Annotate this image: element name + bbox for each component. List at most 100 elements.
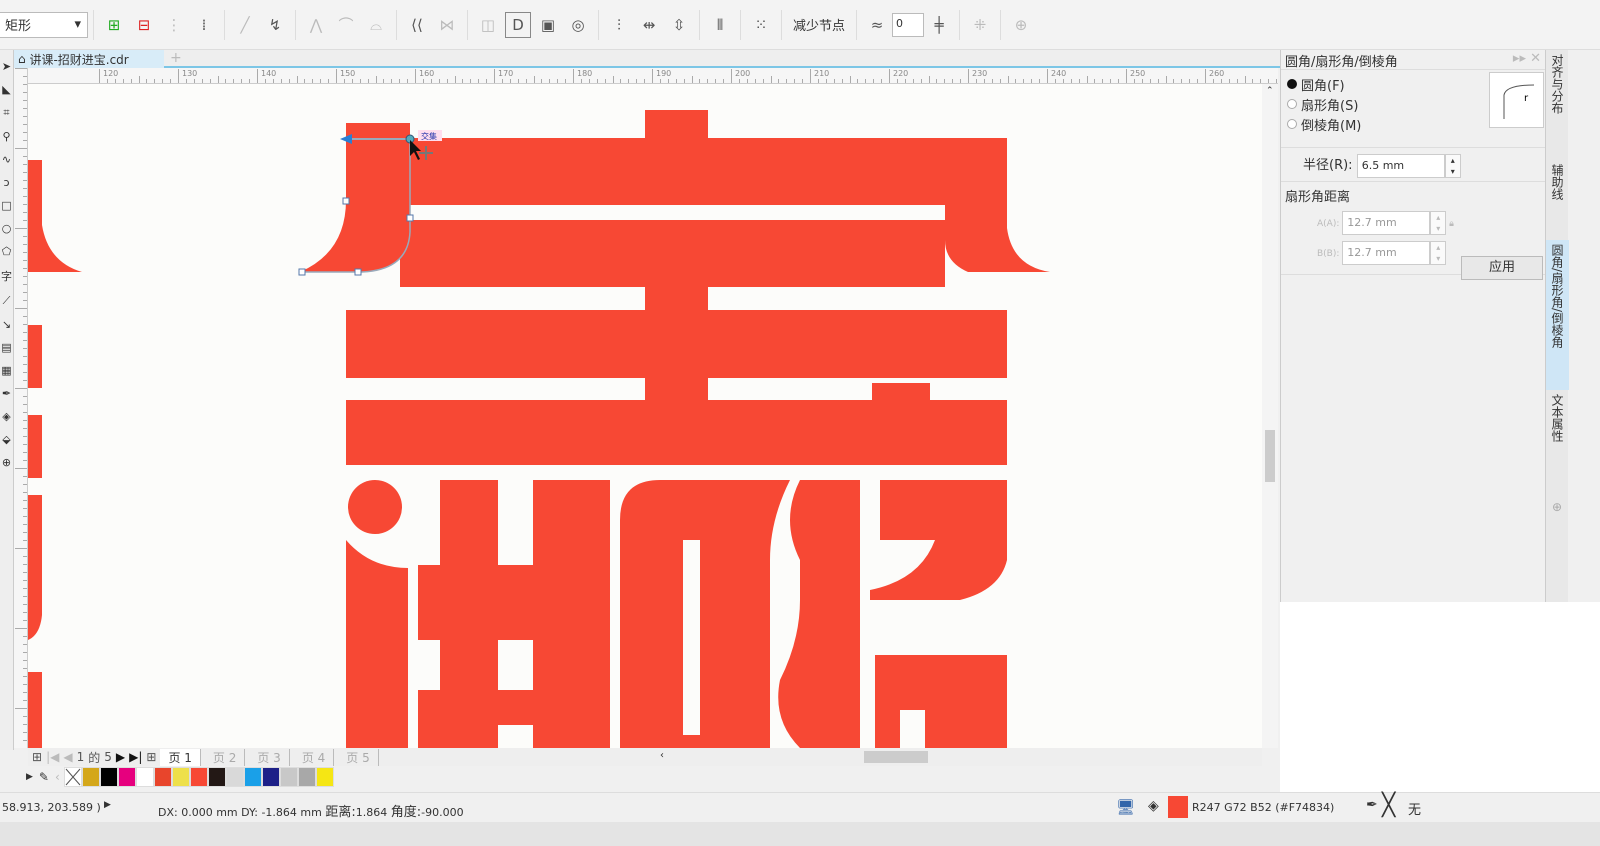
eyedropper-icon[interactable]: ✎	[39, 770, 49, 784]
page-tab-4[interactable]: 页 4	[294, 748, 335, 766]
drawing-canvas[interactable]: 交集	[28, 84, 1262, 748]
extract-subpath-icon[interactable]: ◫	[475, 12, 501, 38]
palette-scroll-left-icon[interactable]: ‹	[55, 770, 60, 784]
horizontal-reflect-icon[interactable]: ⇹	[636, 12, 662, 38]
break-curve-icon[interactable]: ⁞	[191, 12, 217, 38]
object-type-dropdown[interactable]: 矩形 ▾	[0, 11, 88, 38]
boundary-nodes-icon[interactable]: ⁜	[967, 12, 993, 38]
add-node-icon[interactable]: ⊞	[101, 12, 127, 38]
first-page-icon[interactable]: |◀	[46, 750, 59, 764]
docker-close-icon[interactable]: ▸▸ ✕	[1513, 51, 1541, 68]
rotate-nodes-icon[interactable]: ◎	[565, 12, 591, 38]
scroll-left-icon[interactable]: ‹	[660, 750, 664, 761]
rectangle-tool-icon[interactable]: □	[1, 199, 11, 212]
vertical-reflect-icon[interactable]: ⇳	[666, 12, 692, 38]
extend-curve-icon[interactable]: ⋈	[434, 12, 460, 38]
apply-button[interactable]: 应用	[1461, 256, 1543, 280]
text-tool-icon[interactable]: 字	[1, 268, 12, 284]
a-spinner[interactable]: ▴ ▾	[1430, 211, 1447, 235]
to-line-icon[interactable]: ╱	[232, 12, 258, 38]
tab-text-properties[interactable]: 文本属性	[1546, 390, 1569, 480]
smooth-node-icon[interactable]: ⌒	[333, 12, 359, 38]
color-swatch[interactable]	[81, 767, 100, 787]
no-color-swatch[interactable]	[63, 767, 82, 787]
parallel-dimension-icon[interactable]: ⟋	[3, 294, 11, 308]
reduce-nodes-button[interactable]: 减少节点	[793, 15, 845, 34]
radio-scallop[interactable]	[1287, 99, 1297, 109]
pick-tool-icon[interactable]: ➤	[2, 60, 11, 73]
crop-tool-icon[interactable]: ⌗	[3, 106, 9, 120]
join-nodes-icon[interactable]: ⋮	[161, 12, 187, 38]
transparency-tool-icon[interactable]: ▦	[1, 364, 11, 377]
add-page-icon[interactable]: ⊞	[32, 750, 42, 764]
add-tool-icon[interactable]: ⊕	[2, 456, 11, 469]
delete-node-icon[interactable]: ⊟	[131, 12, 157, 38]
smart-fill-icon[interactable]: ⬙	[2, 433, 10, 446]
vertical-ruler[interactable]	[14, 68, 28, 748]
b-distance-input[interactable]: 12.7 mm	[1342, 241, 1431, 265]
add-page-end-icon[interactable]: ⊞	[146, 750, 156, 764]
status-expand-icon[interactable]: ▶	[104, 800, 111, 810]
curve-smoothness-input[interactable]: 0	[892, 12, 925, 37]
add-docker-icon[interactable]: ⊕	[1546, 500, 1568, 514]
color-swatch[interactable]	[207, 767, 226, 787]
color-swatch[interactable]	[189, 767, 208, 787]
tab-guidelines[interactable]: 辅助线	[1546, 160, 1569, 240]
radio-fillet[interactable]	[1287, 79, 1297, 89]
add-icon[interactable]: ⊕	[1008, 12, 1034, 38]
page-tab-2[interactable]: 页 2	[205, 748, 246, 766]
next-page-icon[interactable]: ▶	[116, 750, 125, 764]
page-tab-1[interactable]: 页 1	[160, 748, 201, 766]
no-outline-icon[interactable]: ╳	[1382, 793, 1395, 819]
vertical-scrollbar[interactable]: ⌃	[1262, 84, 1278, 748]
color-swatch[interactable]	[279, 767, 298, 787]
page-tab-3[interactable]: 页 3	[249, 748, 290, 766]
color-swatch[interactable]	[297, 767, 316, 787]
tab-fillet-scallop-chamfer[interactable]: 圆角/扇形角/倒棱角	[1546, 240, 1569, 390]
interactive-fill-icon[interactable]: ◈	[2, 410, 10, 423]
last-page-icon[interactable]: ▶|	[129, 750, 142, 764]
a-distance-input[interactable]: 12.7 mm	[1342, 211, 1431, 235]
palette-menu-icon[interactable]: ▶	[26, 772, 33, 782]
new-tab-button[interactable]: +	[170, 50, 182, 66]
zoom-tool-icon[interactable]: ⚲	[2, 130, 10, 143]
color-swatch[interactable]	[315, 767, 334, 787]
horizontal-scroll-thumb[interactable]	[864, 751, 928, 763]
color-swatch[interactable]	[153, 767, 172, 787]
document-tab[interactable]: ⌂ 讲课-招财进宝.cdr	[14, 50, 164, 68]
elastic-mode-icon[interactable]: ⦀	[707, 12, 733, 38]
freehand-tool-icon[interactable]: ∿	[2, 153, 11, 166]
color-swatch[interactable]	[261, 767, 280, 787]
prev-page-icon[interactable]: ◀	[63, 750, 72, 764]
color-swatch[interactable]	[243, 767, 262, 787]
horizontal-ruler[interactable]: 120 130 140 150 160 170 180 190 200 210 220 230 240 2…	[28, 68, 1278, 84]
eyedropper-tool-icon[interactable]: ✒	[2, 387, 11, 400]
select-all-nodes-icon[interactable]: ⁙	[748, 12, 774, 38]
drop-shadow-icon[interactable]: ▤	[1, 341, 11, 354]
lock-icon[interactable]: 🔒︎	[1449, 219, 1454, 229]
close-curve-icon[interactable]: D	[505, 11, 531, 38]
horizontal-scrollbar[interactable]: ‹	[656, 748, 1262, 766]
radius-input[interactable]: 6.5 mm	[1356, 154, 1445, 178]
cusp-node-icon[interactable]: ⋀	[303, 12, 329, 38]
color-swatch[interactable]	[117, 767, 136, 787]
color-swatch[interactable]	[225, 767, 244, 787]
vertical-scroll-thumb[interactable]	[1265, 430, 1275, 482]
connector-tool-icon[interactable]: ↘	[2, 318, 11, 331]
to-curve-icon[interactable]: ↯	[262, 12, 288, 38]
stretch-nodes-icon[interactable]: ▣	[535, 12, 561, 38]
tab-align-distribute[interactable]: 对齐与分布	[1546, 50, 1569, 160]
color-swatch[interactable]	[99, 767, 118, 787]
polygon-tool-icon[interactable]: ⬠	[2, 245, 12, 258]
radius-spinner[interactable]: ▴ ▾	[1444, 154, 1461, 178]
b-spinner[interactable]: ▴ ▾	[1430, 241, 1447, 265]
reverse-direction-icon[interactable]: ⟨⟨	[404, 12, 430, 38]
page-tab-5[interactable]: 页 5	[338, 748, 379, 766]
symmetric-node-icon[interactable]: ⌓	[363, 12, 389, 38]
shape-tool-icon[interactable]: ◣	[2, 83, 10, 96]
color-proofing-icon[interactable]: 🖥︎	[1116, 798, 1135, 816]
color-swatch[interactable]	[171, 767, 190, 787]
align-nodes-icon[interactable]: ⫶	[606, 12, 632, 38]
artistic-media-icon[interactable]: ↄ	[3, 176, 9, 189]
ellipse-tool-icon[interactable]: ○	[2, 222, 12, 235]
